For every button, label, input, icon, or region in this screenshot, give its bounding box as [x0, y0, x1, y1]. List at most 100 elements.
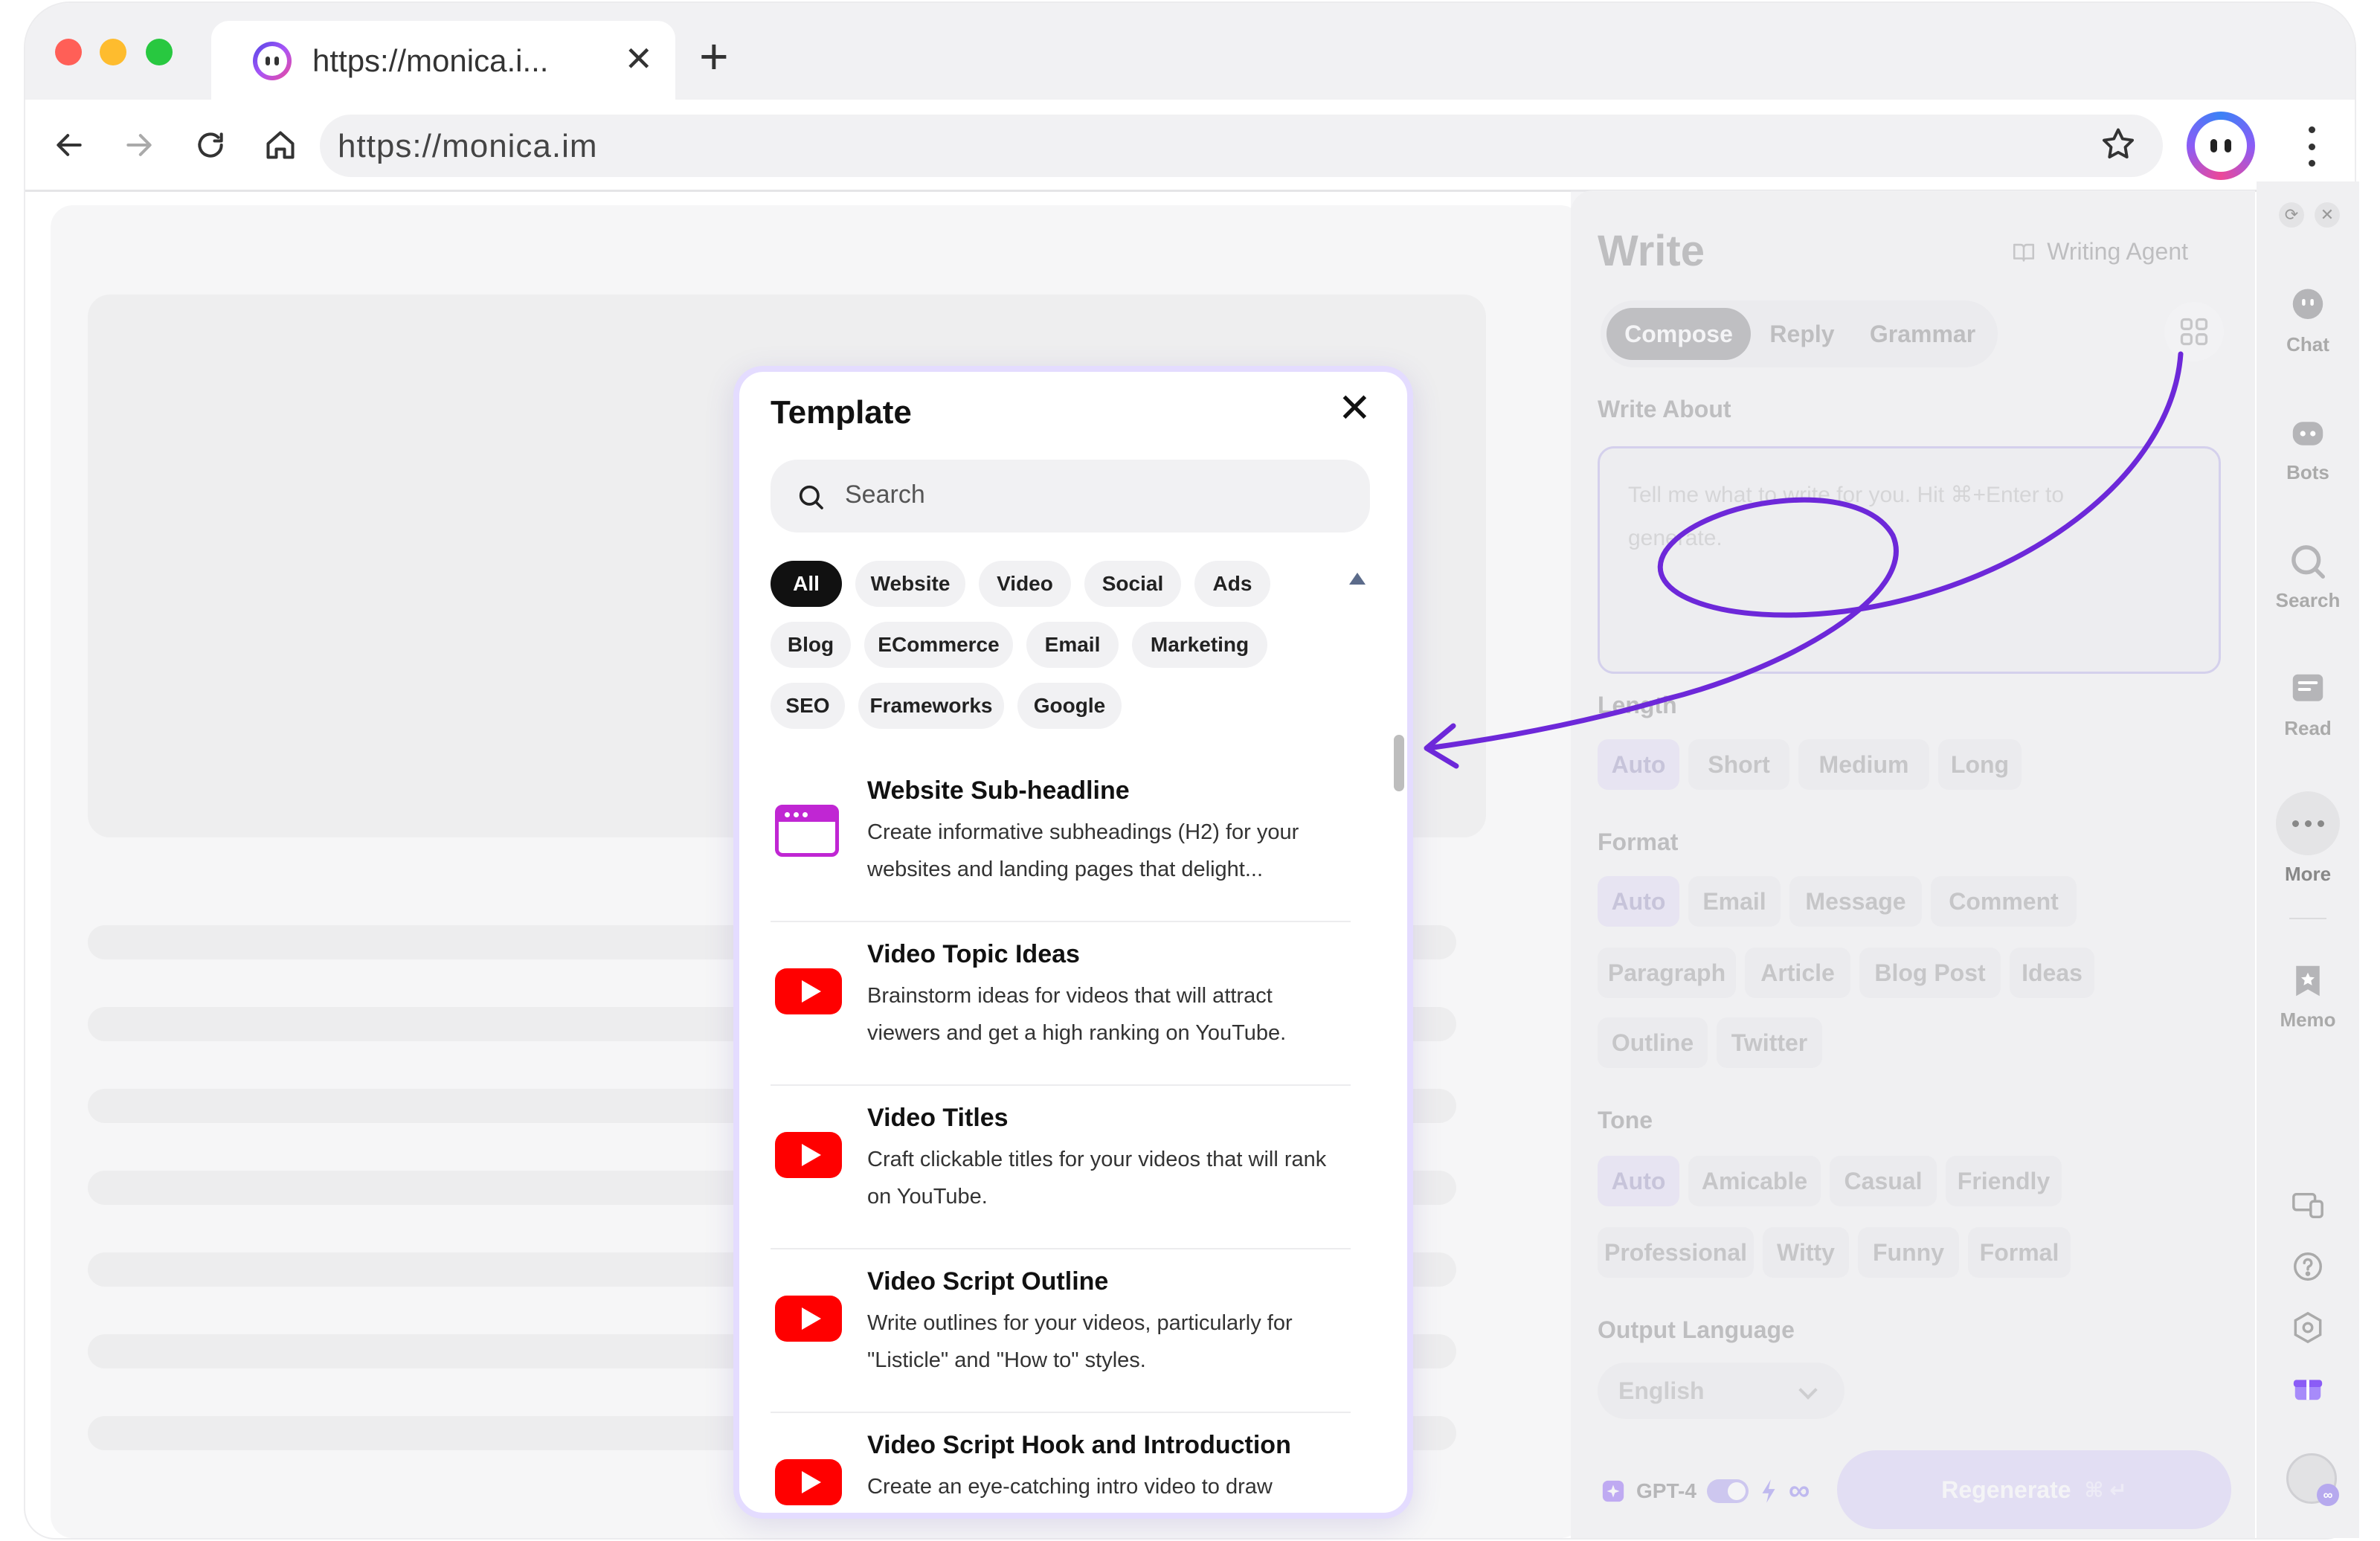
browser-menu-icon[interactable] — [2304, 120, 2319, 173]
length-option-medium[interactable]: Medium — [1798, 739, 1929, 790]
help-icon[interactable] — [2289, 1248, 2326, 1285]
address-bar[interactable]: https://monica.im — [320, 115, 2163, 177]
write-panel: Write Writing Agent Compose Reply Gramma… — [1571, 190, 2255, 1538]
tone-option-friendly[interactable]: Friendly — [1946, 1156, 2062, 1206]
close-window-button[interactable] — [55, 39, 82, 65]
chip-blog[interactable]: Blog — [771, 622, 851, 668]
length-option-long[interactable]: Long — [1938, 739, 2022, 790]
settings-icon[interactable] — [2289, 1309, 2326, 1346]
home-icon[interactable] — [254, 119, 306, 171]
writing-agent-link[interactable]: Writing Agent — [2011, 238, 2188, 266]
tone-option-professional[interactable]: Professional — [1598, 1227, 1754, 1278]
template-close-icon[interactable]: ✕ — [1338, 388, 1371, 428]
chip-ads[interactable]: Ads — [1194, 561, 1270, 607]
rail-bots[interactable]: Bots — [2257, 414, 2359, 484]
format-option-article[interactable]: Article — [1745, 948, 1850, 998]
memo-icon — [2288, 961, 2328, 1001]
model-selector[interactable]: GPT-4 ∞ — [1601, 1474, 1810, 1508]
model-toggle[interactable] — [1706, 1479, 1749, 1503]
tab-grammar[interactable]: Grammar — [1853, 308, 1992, 360]
chip-website[interactable]: Website — [855, 561, 965, 607]
monica-extension-icon[interactable] — [2187, 112, 2255, 180]
rail-memo[interactable]: Memo — [2257, 961, 2359, 1032]
user-avatar[interactable]: ∞ — [2286, 1453, 2339, 1506]
chip-google[interactable]: Google — [1017, 683, 1122, 729]
format-option-email[interactable]: Email — [1688, 876, 1781, 927]
search-placeholder: Search — [845, 480, 925, 509]
pin-icon[interactable]: ⟳ — [2279, 202, 2304, 228]
format-option-ideas[interactable]: Ideas — [2010, 948, 2094, 998]
template-item[interactable]: Video Script Hook and Introduction Creat… — [771, 1413, 1351, 1513]
format-option-auto[interactable]: Auto — [1598, 876, 1679, 927]
chip-seo[interactable]: SEO — [771, 683, 845, 729]
book-icon — [2013, 243, 2035, 262]
forward-icon[interactable] — [113, 119, 165, 171]
output-language-value: English — [1618, 1377, 1705, 1404]
template-description: Create an eye-catching intro video to dr… — [867, 1475, 1273, 1499]
tone-option-witty[interactable]: Witty — [1763, 1227, 1849, 1278]
format-option-comment[interactable]: Comment — [1931, 876, 2077, 927]
format-option-paragraph[interactable]: Paragraph — [1598, 948, 1736, 998]
chip-email[interactable]: Email — [1026, 622, 1119, 668]
chip-ecommerce[interactable]: ECommerce — [864, 622, 1013, 668]
template-item[interactable]: Video Script Outline Write outlines for … — [771, 1249, 1351, 1413]
regenerate-button[interactable]: Regenerate ⌘ ↵ — [1837, 1450, 2231, 1529]
rail-more[interactable]: More — [2257, 791, 2359, 886]
maximize-window-button[interactable] — [146, 39, 173, 65]
rail-search[interactable]: Search — [2257, 541, 2359, 612]
tab-compose[interactable]: Compose — [1606, 308, 1751, 360]
youtube-icon — [775, 1132, 842, 1181]
collapse-chips-icon[interactable] — [1349, 573, 1366, 585]
minimize-window-button[interactable] — [100, 39, 126, 65]
rail-read[interactable]: Read — [2257, 669, 2359, 740]
format-option-outline[interactable]: Outline — [1598, 1017, 1708, 1068]
tone-option-amicable[interactable]: Amicable — [1688, 1156, 1821, 1206]
new-tab-button[interactable]: + — [699, 31, 729, 82]
chip-frameworks[interactable]: Frameworks — [858, 683, 1004, 729]
rail-label: Bots — [2286, 461, 2329, 483]
write-about-textarea[interactable]: Tell me what to write for you. Hit ⌘+Ent… — [1598, 446, 2221, 674]
template-item[interactable]: Website Sub-headline Create informative … — [771, 759, 1351, 922]
bookmark-star-icon[interactable] — [2099, 125, 2138, 167]
format-option-blog-post[interactable]: Blog Post — [1859, 948, 2001, 998]
format-option-twitter[interactable]: Twitter — [1717, 1017, 1822, 1068]
tab-title: https://monica.i... — [312, 43, 549, 78]
chip-social[interactable]: Social — [1084, 561, 1181, 607]
close-icon[interactable]: ✕ — [2315, 202, 2340, 228]
tone-option-casual[interactable]: Casual — [1830, 1156, 1937, 1206]
gift-icon[interactable] — [2289, 1368, 2326, 1406]
tone-option-formal[interactable]: Formal — [1968, 1227, 2071, 1278]
template-list-scrollbar[interactable] — [1394, 735, 1404, 791]
template-search-input[interactable]: Search — [771, 460, 1370, 533]
panel-title: Write — [1598, 227, 1705, 275]
reload-icon[interactable] — [184, 119, 237, 171]
template-grid-button[interactable] — [2164, 302, 2224, 361]
tab-bar: https://monica.i... ✕ + — [25, 3, 2355, 100]
tone-option-funny[interactable]: Funny — [1858, 1227, 1959, 1278]
template-description: Create informative subheadings (H2) for … — [867, 820, 1299, 881]
chip-all[interactable]: All — [771, 561, 842, 607]
chip-marketing[interactable]: Marketing — [1132, 622, 1267, 668]
tone-option-auto[interactable]: Auto — [1598, 1156, 1679, 1206]
back-icon[interactable] — [43, 119, 95, 171]
tab-reply[interactable]: Reply — [1754, 308, 1850, 360]
writing-agent-label: Writing Agent — [2047, 238, 2188, 265]
length-option-auto[interactable]: Auto — [1598, 739, 1679, 790]
format-option-message[interactable]: Message — [1789, 876, 1922, 927]
chip-video[interactable]: Video — [979, 561, 1071, 607]
output-language-select[interactable]: English — [1598, 1363, 1844, 1419]
regenerate-shortcut: ⌘ ↵ — [2084, 1478, 2127, 1502]
template-item[interactable]: Video Topic Ideas Brainstorm ideas for v… — [771, 922, 1351, 1086]
length-option-short[interactable]: Short — [1688, 739, 1789, 790]
tab-close-icon[interactable]: ✕ — [624, 42, 653, 76]
template-name: Website Sub-headline — [867, 776, 1130, 805]
devices-icon[interactable] — [2289, 1187, 2326, 1224]
rail-divider — [2289, 918, 2326, 919]
template-description: Write outlines for your videos, particul… — [867, 1311, 1293, 1372]
template-item[interactable]: Video Titles Craft clickable titles for … — [771, 1086, 1351, 1249]
rail-chat[interactable]: Chat — [2257, 286, 2359, 356]
rail-label: More — [2284, 863, 2332, 885]
lightning-icon — [1762, 1479, 1775, 1503]
bots-icon — [2288, 414, 2328, 454]
browser-tab[interactable]: https://monica.i... ✕ — [211, 21, 675, 100]
